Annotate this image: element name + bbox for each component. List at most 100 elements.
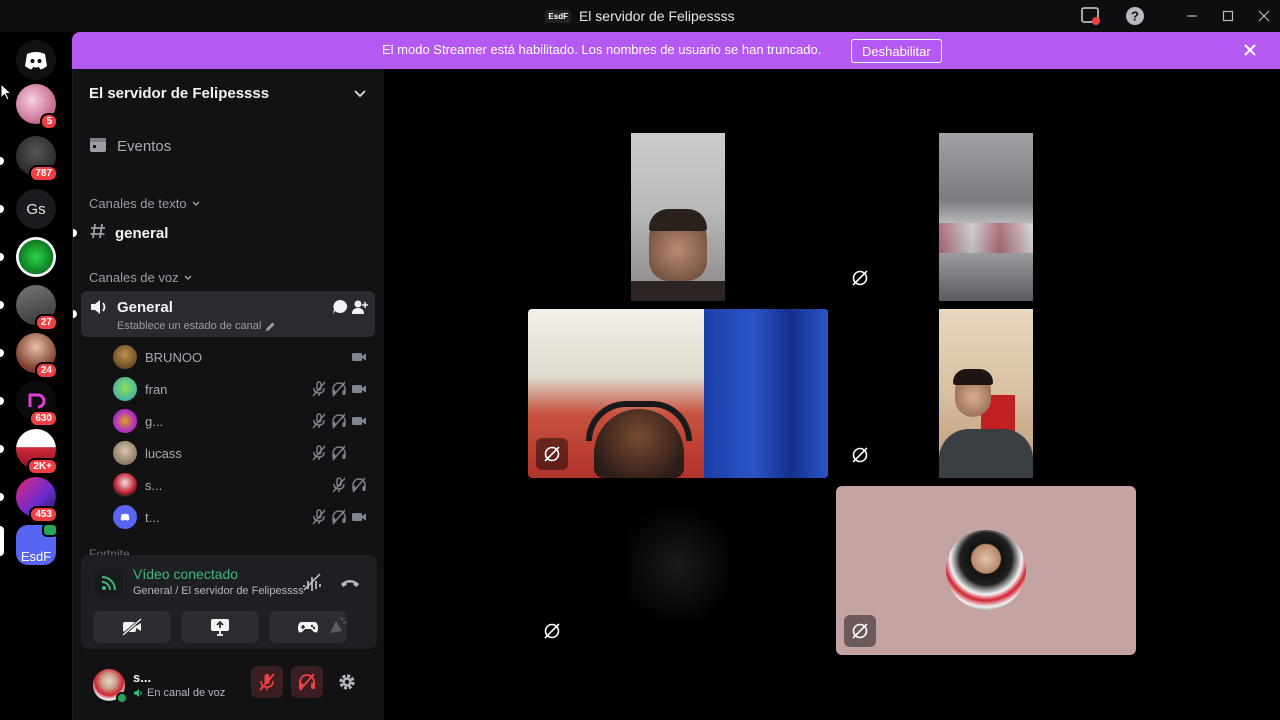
discord-home-icon[interactable] [16, 40, 56, 80]
channel-general-text[interactable]: general [81, 218, 377, 248]
headphones-deafened-icon [332, 381, 346, 397]
guild-gs[interactable]: Gs [16, 189, 56, 229]
camera-off-icon [542, 621, 562, 641]
streamer-mode-message: El modo Streamer está habilitado. Los no… [382, 42, 822, 57]
category-voice-channels[interactable]: Canales de voz [89, 270, 193, 285]
speaker-icon [89, 298, 109, 321]
unread-indicator [73, 229, 77, 237]
video-icon [352, 353, 366, 361]
voice-participant[interactable]: fran [113, 375, 369, 403]
guild-9[interactable]: 453 [16, 477, 58, 523]
user-status-label: En canal de voz [147, 687, 226, 699]
guild-unread-pill [0, 397, 4, 405]
deafen-button[interactable] [291, 666, 323, 698]
guild-unread-pill [0, 493, 4, 501]
voice-status-hint[interactable]: Establece un estado de canal [117, 320, 276, 332]
mute-microphone-button[interactable] [251, 666, 283, 698]
category-text-channels[interactable]: Canales de texto [89, 196, 201, 211]
guild-6[interactable]: 24 [16, 333, 58, 379]
video-tile-avatar[interactable] [836, 486, 1136, 655]
server-rail: 5 787 Gs 27 24 630 2K+ 453 EsdF [0, 32, 72, 720]
guild-1[interactable]: 5 [16, 84, 58, 130]
video-live-icon [42, 523, 58, 537]
streamer-mode-banner: El modo Streamer está habilitado. Los no… [72, 32, 1280, 69]
guild-8[interactable]: 2K+ [16, 429, 58, 475]
voice-participant[interactable]: lucass [113, 439, 369, 467]
guild-unread-badge: 787 [29, 165, 58, 182]
voice-participant[interactable]: g... [113, 407, 369, 435]
participant-status-icons [311, 445, 367, 461]
participant-name: t... [145, 509, 160, 525]
guild-initials: EsdF [20, 549, 52, 564]
server-header[interactable]: El servidor de Felipessss [73, 76, 385, 110]
calendar-icon [89, 135, 107, 158]
user-name[interactable]: s... [133, 670, 151, 685]
close-window-icon[interactable] [1250, 4, 1278, 28]
title-bar: EsdF El servidor de Felipessss ? [0, 0, 1280, 32]
invite-user-icon[interactable] [352, 299, 368, 320]
guild-5[interactable]: 27 [16, 285, 58, 331]
guild-unread-pill [0, 445, 4, 453]
online-status-dot [116, 692, 128, 704]
avatar [113, 505, 137, 529]
category-label: Canales de texto [89, 196, 187, 211]
headphones-deafened-icon [332, 445, 346, 461]
avatar [113, 377, 137, 401]
guild-unread-pill [0, 253, 4, 261]
avatar [113, 441, 137, 465]
guild-initials: Gs [26, 200, 46, 218]
disconnect-call-icon[interactable] [339, 571, 361, 598]
guild-unread-badge: 5 [40, 113, 58, 130]
mic-muted-icon [312, 413, 326, 429]
user-settings-button[interactable] [331, 666, 363, 698]
voice-participant[interactable]: s... [113, 471, 369, 499]
close-icon[interactable] [1242, 42, 1258, 63]
channel-sidebar: El servidor de Felipessss Eventos Canale… [72, 32, 384, 720]
guild-7[interactable]: 630 [16, 381, 58, 427]
chevron-down-icon [192, 201, 200, 206]
unread-indicator [73, 310, 77, 318]
events-item[interactable]: Eventos [81, 130, 377, 162]
mic-muted-icon [259, 673, 275, 691]
guild-unread-pill [0, 205, 4, 213]
maximize-icon[interactable] [1214, 4, 1242, 28]
server-badge: EsdF [545, 9, 571, 23]
help-icon[interactable]: ? [1121, 4, 1149, 28]
noise-suppression-icon[interactable] [301, 571, 323, 598]
voice-participant[interactable]: t... [113, 503, 369, 531]
avatar [113, 473, 137, 497]
voice-participant[interactable]: BRUNOO [113, 343, 369, 371]
guild-2[interactable]: 787 [16, 136, 58, 182]
participant-status-icons [311, 413, 367, 429]
chat-bubble-icon[interactable] [332, 299, 348, 320]
camera-off-icon [850, 445, 870, 465]
share-screen-button[interactable] [181, 611, 259, 643]
soundboard-icon [330, 617, 347, 633]
guild-unread-pill [0, 157, 4, 165]
headphones-deafened-icon [352, 477, 366, 493]
voice-connection-location[interactable]: General / El servidor de Felipessss [133, 585, 304, 597]
participant-name: lucass [145, 445, 182, 461]
guild-unread-badge: 453 [29, 506, 58, 523]
video-tile[interactable] [628, 507, 728, 637]
video-tile[interactable] [939, 309, 1033, 478]
channel-general-voice[interactable]: General Establece un estado de canal [81, 291, 375, 337]
guild-4[interactable] [16, 237, 56, 277]
camera-off-button[interactable] [93, 611, 171, 643]
window-title: El servidor de Felipessss [578, 8, 735, 24]
inbox-icon[interactable] [1076, 4, 1104, 28]
disable-streamer-mode-button[interactable]: Deshabilitar [851, 39, 942, 63]
mic-muted-icon [312, 509, 326, 525]
video-tile[interactable] [939, 133, 1033, 301]
video-tile[interactable] [631, 133, 725, 301]
signal-icon[interactable] [95, 569, 123, 597]
participant-status-icons [311, 509, 367, 525]
video-tile[interactable] [528, 309, 828, 478]
minimize-icon[interactable] [1178, 4, 1206, 28]
soundboard-button[interactable] [309, 611, 365, 643]
server-name: El servidor de Felipessss [89, 84, 270, 102]
guild-esdf[interactable]: EsdF [16, 523, 58, 565]
screen-share-icon [211, 619, 229, 636]
participant-name: fran [145, 381, 168, 397]
speaker-icon [134, 689, 142, 697]
